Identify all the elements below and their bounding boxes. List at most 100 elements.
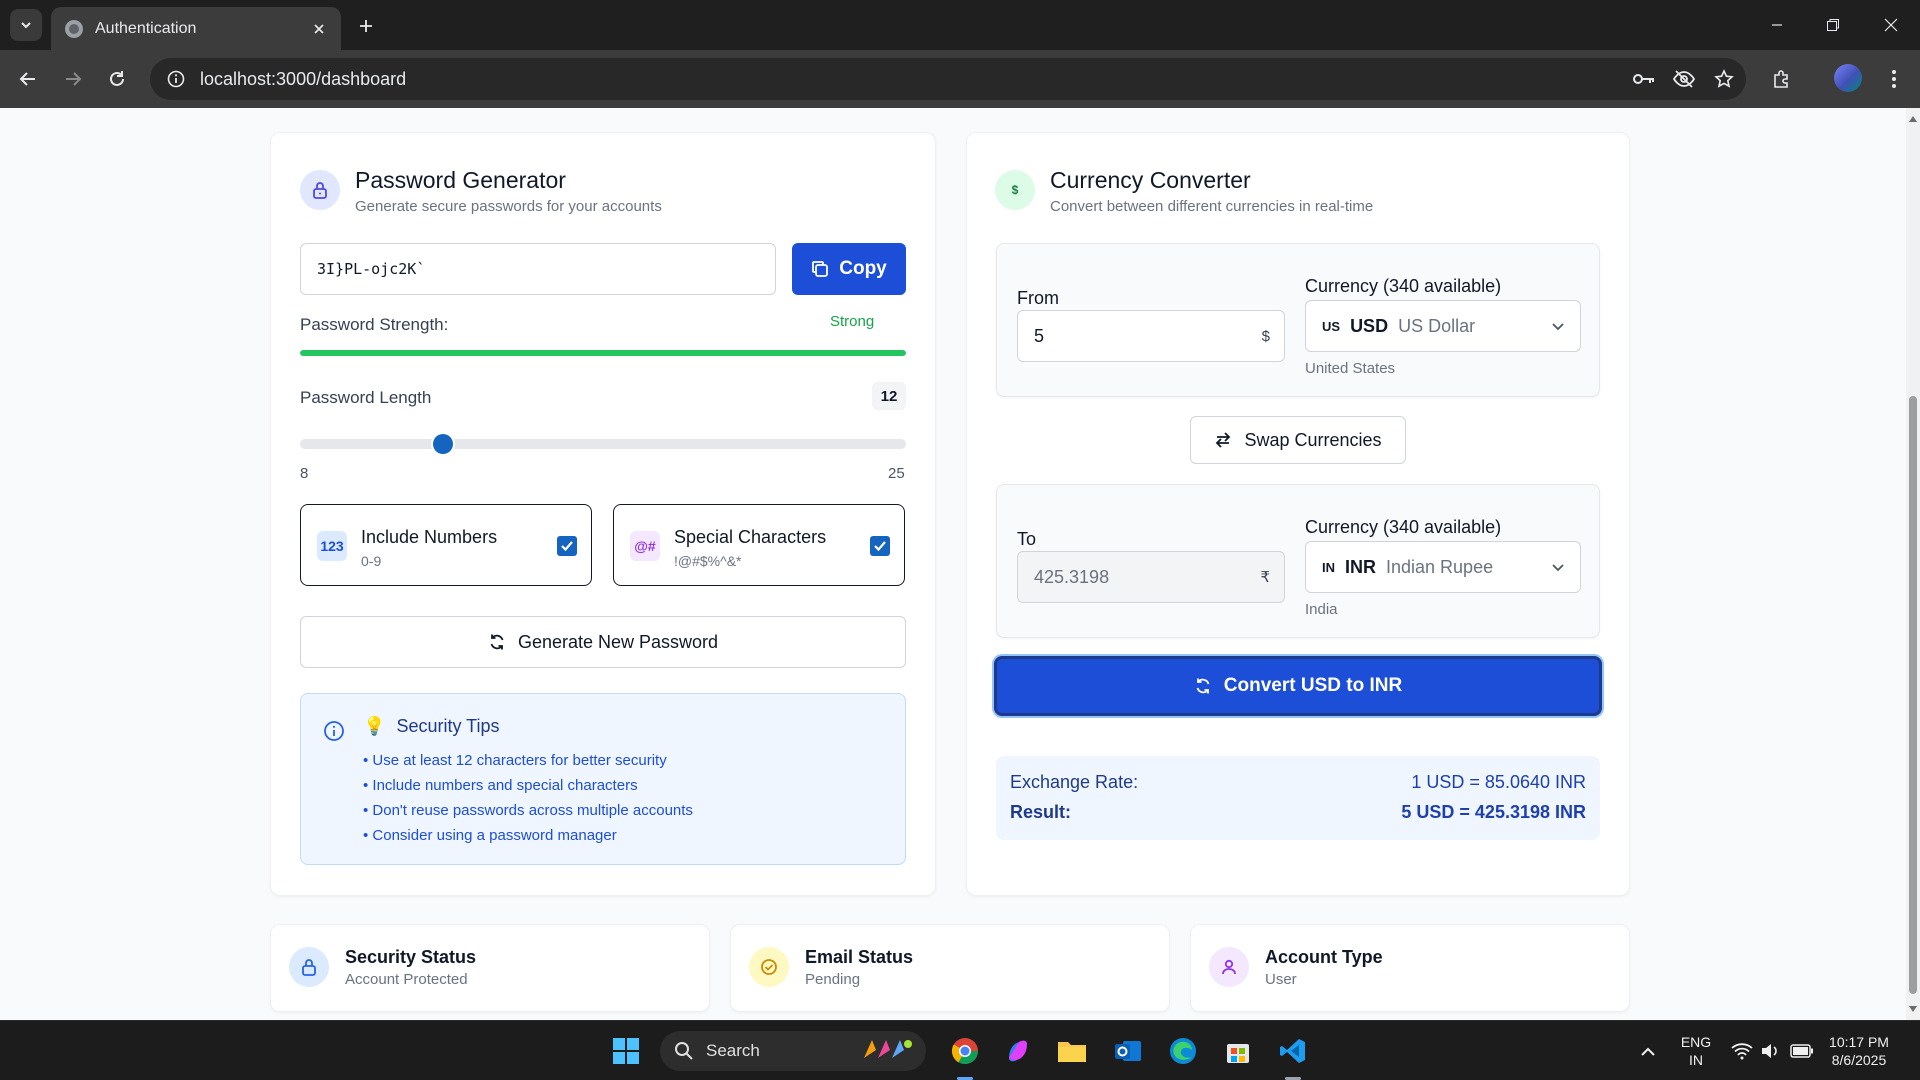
page-scrollbar[interactable] <box>1906 108 1920 1020</box>
copy-button[interactable]: Copy <box>792 243 906 295</box>
file-explorer-icon[interactable] <box>1052 1031 1092 1071</box>
more-vertical-icon <box>1892 70 1896 88</box>
result-value: 5 USD = 425.3198 INR <box>1401 802 1586 822</box>
status-title: Security Status <box>345 947 477 967</box>
restore-button[interactable] <box>1818 10 1848 40</box>
minimize-button[interactable] <box>1762 10 1792 40</box>
include-numbers-title: Include Numbers <box>361 527 498 547</box>
to-currency-select[interactable]: IN INR Indian Rupee <box>1305 541 1581 593</box>
tab-title: Authentication <box>95 19 197 37</box>
from-panel: From 5 $ Currency (340 available) US USD… <box>996 243 1600 397</box>
edge-icon[interactable] <box>1163 1031 1203 1071</box>
generated-password-field[interactable]: 3I}PL-ojc2K` <box>300 243 776 295</box>
security-status-card: Security Status Account Protected <box>270 924 710 1012</box>
currency-converter-title: Currency Converter <box>1050 167 1251 193</box>
chevron-up-icon[interactable] <box>1628 1031 1668 1071</box>
eye-off-icon[interactable] <box>1666 61 1702 97</box>
taskbar-search[interactable]: Search <box>660 1031 926 1071</box>
tip-item: • Don't reuse passwords across multiple … <box>363 802 693 819</box>
chrome-icon[interactable] <box>945 1031 985 1071</box>
restore-icon <box>1827 19 1839 31</box>
windows-taskbar: Search ENG IN 10:17 PM 8/6/2025 <box>0 1020 1920 1080</box>
special-characters-option[interactable]: @# Special Characters !@#$%^&* <box>613 504 905 586</box>
globe-icon <box>65 19 83 38</box>
back-button[interactable] <box>12 63 44 95</box>
scroll-up-icon[interactable] <box>1908 114 1918 124</box>
special-chars-icon: @# <box>630 531 660 561</box>
clock-date: 8/6/2025 <box>1831 1052 1887 1068</box>
include-numbers-option[interactable]: 123 Include Numbers 0-9 <box>300 504 592 586</box>
password-length-slider[interactable] <box>300 434 906 454</box>
user-icon <box>1209 947 1249 987</box>
close-window-button[interactable] <box>1876 10 1906 40</box>
new-tab-button[interactable] <box>352 12 380 40</box>
strength-meter <box>300 350 906 356</box>
strength-meter-fill <box>300 350 906 356</box>
close-tab-icon[interactable] <box>305 15 333 43</box>
extensions-button[interactable] <box>1766 63 1798 95</box>
dollar-symbol: $ <box>1261 327 1270 345</box>
profile-avatar[interactable] <box>1834 64 1862 92</box>
vscode-icon[interactable] <box>1273 1031 1313 1071</box>
status-title: Account Type <box>1265 947 1383 967</box>
security-tips-list: • Use at least 12 characters for better … <box>363 748 693 848</box>
email-status-card: Email Status Pending <box>730 924 1170 1012</box>
omnibox[interactable]: localhost:3000/dashboard <box>150 58 1746 100</box>
tip-item: • Use at least 12 characters for better … <box>363 752 667 769</box>
clock[interactable]: 10:17 PM 8/6/2025 <box>1822 1033 1896 1069</box>
url-text[interactable]: localhost:3000/dashboard <box>200 69 1626 90</box>
tab-search-button[interactable] <box>10 9 42 41</box>
language-line-2: IN <box>1689 1052 1703 1068</box>
result-label: Result: <box>1010 802 1072 822</box>
key-icon[interactable] <box>1626 61 1662 97</box>
copilot-icon[interactable] <box>998 1031 1038 1071</box>
reload-icon <box>110 71 124 86</box>
check-icon <box>561 541 573 552</box>
exchange-rate-label: Exchange Rate: <box>1010 772 1139 792</box>
battery-icon[interactable] <box>1782 1031 1822 1071</box>
result-row: Result: 5 USD = 425.3198 INR <box>1010 802 1586 823</box>
taskbar-search-placeholder: Search <box>706 1041 760 1060</box>
to-currency-name: Indian Rupee <box>1386 556 1494 577</box>
arrow-right-icon <box>66 72 82 86</box>
copy-button-label: Copy <box>839 258 887 279</box>
to-panel: To 425.3198 ₹ Currency (340 available) I… <box>996 484 1600 638</box>
convert-button[interactable]: Convert USD to INR <box>994 656 1602 716</box>
language-line-1: ENG <box>1680 1034 1712 1050</box>
special-characters-sub: !@#$%^&* <box>674 553 742 569</box>
swap-icon <box>1216 432 1231 448</box>
outlook-icon[interactable] <box>1108 1031 1148 1071</box>
exchange-rate-box: Exchange Rate: 1 USD = 85.0640 INR Resul… <box>996 756 1600 840</box>
from-currency-select[interactable]: US USD US Dollar <box>1305 300 1581 352</box>
plus-icon <box>360 20 372 32</box>
generate-password-button[interactable]: Generate New Password <box>300 616 906 668</box>
microsoft-store-icon[interactable] <box>1218 1031 1258 1071</box>
check-circle-icon <box>749 947 789 987</box>
minimize-icon <box>1772 24 1782 26</box>
forward-button[interactable] <box>57 63 89 95</box>
copy-icon <box>812 261 829 277</box>
include-numbers-checkbox[interactable] <box>557 536 577 556</box>
windows-start-icon[interactable] <box>606 1031 646 1071</box>
language-indicator[interactable]: ENG IN <box>1676 1033 1716 1069</box>
scroll-thumb[interactable] <box>1909 396 1917 994</box>
browser-tab[interactable]: Authentication <box>51 7 341 50</box>
special-characters-checkbox[interactable] <box>870 536 890 556</box>
site-info-icon[interactable] <box>156 58 196 100</box>
puzzle-icon <box>1774 70 1788 88</box>
exchange-rate-value: 1 USD = 85.0640 INR <box>1411 772 1586 792</box>
slider-thumb[interactable] <box>432 434 453 454</box>
reload-button[interactable] <box>101 63 133 95</box>
security-tips-heading: Security Tips <box>396 716 500 736</box>
numbers-icon: 123 <box>317 531 347 561</box>
from-label: From <box>1017 288 1059 308</box>
scroll-down-icon[interactable] <box>1908 1004 1918 1014</box>
security-tips-title: 💡 Security Tips <box>363 716 499 737</box>
password-length-value: 12 <box>872 382 906 410</box>
special-characters-title: Special Characters <box>674 527 827 547</box>
swap-currencies-button[interactable]: Swap Currencies <box>1190 416 1406 464</box>
star-icon[interactable] <box>1706 61 1742 97</box>
from-amount-input[interactable]: 5 $ <box>1017 310 1285 362</box>
to-amount-value: 425.3198 <box>1034 566 1110 587</box>
browser-menu-button[interactable] <box>1878 63 1910 95</box>
